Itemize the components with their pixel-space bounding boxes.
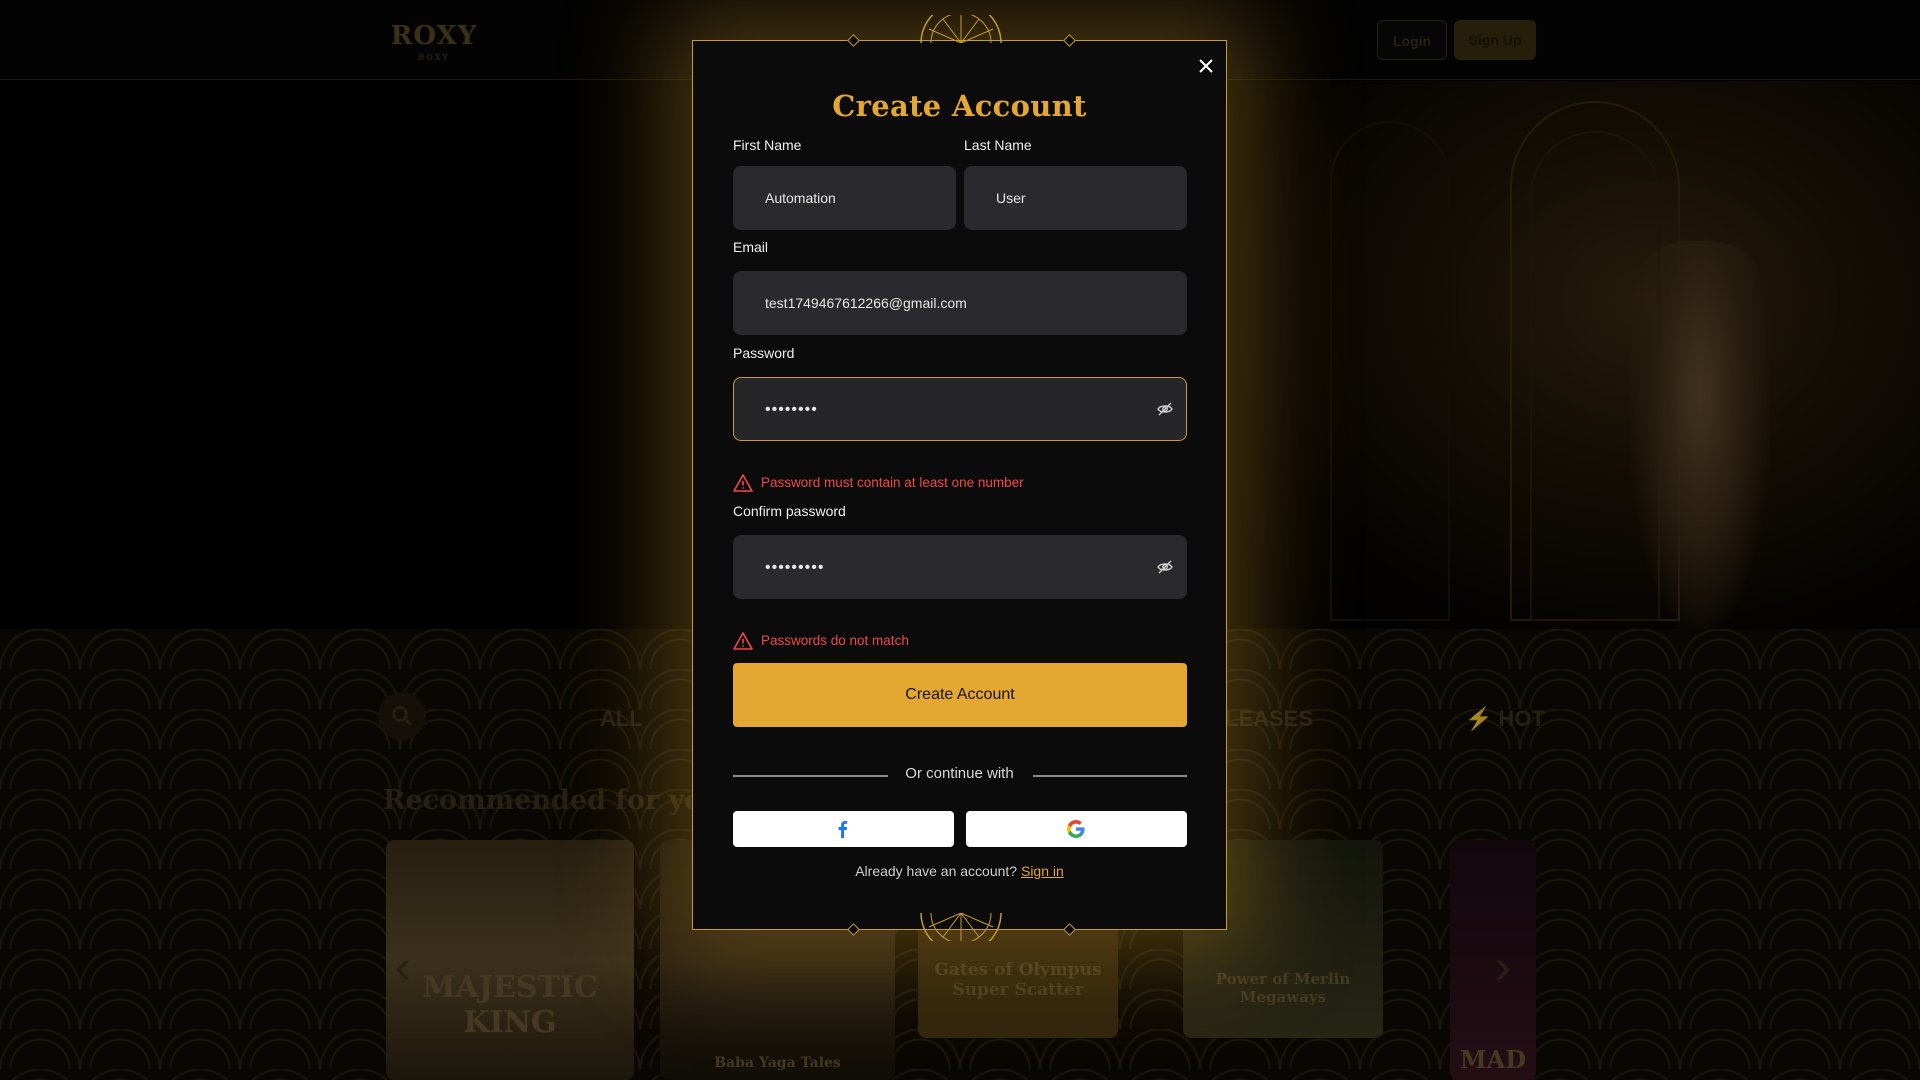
password-value: •••••••• (765, 401, 818, 418)
password-field[interactable]: •••••••• (733, 377, 1187, 441)
confirm-password-value: ••••••••• (765, 559, 825, 576)
google-icon (1067, 820, 1085, 838)
art-deco-fan-icon (920, 913, 1002, 941)
confirm-password-label: Confirm password (733, 503, 846, 519)
eye-off-icon[interactable] (1156, 400, 1174, 418)
warning-icon (733, 474, 753, 492)
last-name-label: Last Name (964, 137, 1032, 153)
password-error-text: Password must contain at least one numbe… (761, 475, 1024, 490)
create-account-modal: Create Account First Name Last Name Auto… (692, 15, 1227, 941)
google-login-button[interactable] (966, 811, 1187, 847)
first-name-field[interactable]: Automation (733, 166, 956, 230)
email-field[interactable]: test1749467612266@gmail.com (733, 271, 1187, 335)
first-name-label: First Name (733, 137, 802, 153)
close-button[interactable] (1195, 55, 1217, 77)
signin-prompt-text: Already have an account? (855, 863, 1018, 879)
facebook-login-button[interactable] (733, 811, 954, 847)
art-deco-fan-icon (920, 15, 1002, 43)
warning-icon (733, 632, 753, 650)
facebook-icon (838, 821, 848, 838)
password-label: Password (733, 345, 795, 361)
modal-title: Create Account (832, 89, 1087, 123)
create-account-button[interactable]: Create Account (733, 663, 1187, 727)
confirm-password-field[interactable]: ••••••••• (733, 535, 1187, 599)
eye-off-icon[interactable] (1156, 558, 1174, 576)
last-name-field[interactable]: User (964, 166, 1187, 230)
confirm-password-error-text: Passwords do not match (761, 633, 909, 648)
close-icon (1199, 59, 1213, 73)
signin-prompt: Already have an account? Sign in (693, 863, 1226, 879)
divider-text: Or continue with (905, 765, 1014, 782)
email-label: Email (733, 239, 769, 255)
signin-link[interactable]: Sign in (1021, 863, 1064, 879)
